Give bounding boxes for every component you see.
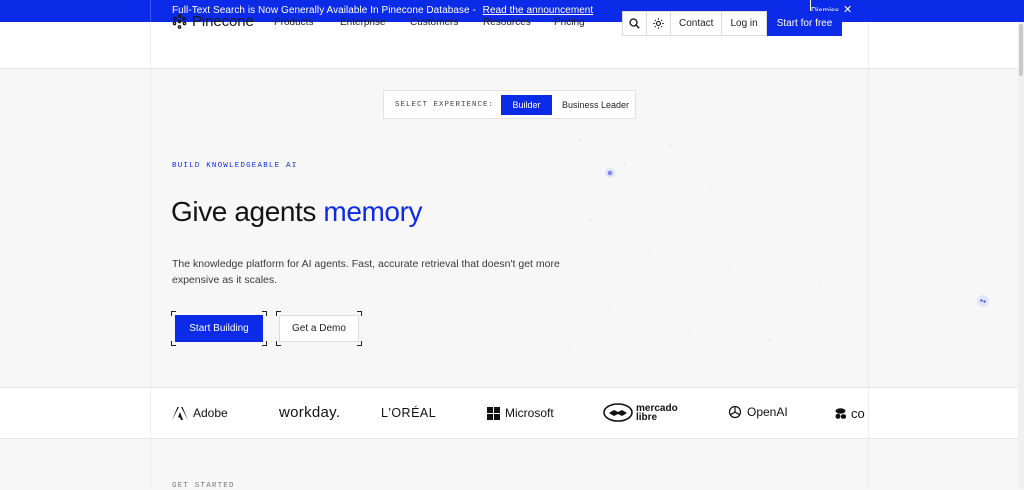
- logo-mercado-libre: mercado libre: [603, 402, 678, 423]
- corner-mark: [357, 311, 362, 316]
- nav-pricing[interactable]: Pricing: [554, 17, 585, 28]
- start-for-free-button[interactable]: Start for free: [766, 11, 843, 36]
- theme-toggle-button[interactable]: [646, 11, 671, 36]
- brand-name: L'ORÉAL: [381, 406, 437, 420]
- brand-name: mercado libre: [636, 402, 678, 423]
- login-button[interactable]: Log in: [721, 11, 767, 36]
- hero-eyebrow: BUILD KNOWLEDGEABLE AI: [172, 162, 298, 170]
- openai-icon: [728, 405, 742, 419]
- cohere-icon: [835, 408, 846, 419]
- experience-option-business-leader[interactable]: Business Leader: [562, 100, 629, 110]
- nav-products[interactable]: Products: [274, 17, 313, 28]
- brand-name: Microsoft: [505, 406, 554, 420]
- brand-name: Adobe: [193, 406, 228, 420]
- corner-mark: [357, 341, 362, 346]
- experience-option-builder[interactable]: Builder: [501, 94, 553, 115]
- experience-label: SELECT EXPERIENCE:: [395, 100, 495, 109]
- corner-mark: [171, 311, 176, 316]
- logo-adobe: Adobe: [172, 406, 228, 420]
- sun-icon: [653, 18, 664, 29]
- get-a-demo-button[interactable]: Get a Demo: [279, 315, 359, 342]
- header-actions: Contact Log in Start for free: [622, 11, 843, 36]
- site-header: [0, 22, 1024, 69]
- agent-node-icon: [977, 295, 989, 307]
- page-scrollbar[interactable]: [1018, 22, 1024, 489]
- handshake-icon: [603, 403, 633, 422]
- logo-microsoft: Microsoft: [487, 406, 554, 420]
- announcement-link[interactable]: Read the announcement: [483, 5, 594, 16]
- adobe-icon: [172, 406, 188, 420]
- pinecone-logo-icon: [172, 14, 187, 29]
- nav-enterprise[interactable]: Enterprise: [340, 17, 386, 28]
- logo-strip-mask: [869, 388, 1024, 438]
- logo-workday: workday.: [279, 404, 340, 421]
- headline-start: Give agents: [171, 196, 324, 227]
- corner-mark: [262, 311, 267, 316]
- nav-customers[interactable]: Customers: [410, 17, 458, 28]
- glow-dot-icon: [605, 168, 615, 178]
- corner-mark: [171, 341, 176, 346]
- contact-button[interactable]: Contact: [670, 11, 723, 36]
- logo-openai: OpenAI: [728, 405, 788, 419]
- corner-mark: [276, 341, 281, 346]
- brand-name: OpenAI: [747, 405, 788, 419]
- microsoft-icon: [487, 406, 500, 420]
- next-section-frame: [150, 440, 869, 489]
- headline-accent: memory: [323, 196, 423, 227]
- nav-resources[interactable]: Resources: [483, 17, 531, 28]
- pinecone-logo[interactable]: Pinecone: [172, 13, 254, 30]
- hero-headline: Give agents memory: [171, 196, 423, 228]
- experience-selector: SELECT EXPERIENCE: Builder Business Lead…: [383, 90, 636, 119]
- search-icon: [629, 18, 640, 29]
- start-building-button[interactable]: Start Building: [175, 315, 263, 342]
- brand-name: workday.: [279, 404, 341, 421]
- brand-name: co: [851, 406, 865, 421]
- scrollbar-thumb[interactable]: [1019, 24, 1023, 76]
- search-button[interactable]: [622, 11, 647, 36]
- logo-text: Pinecone: [192, 13, 254, 30]
- logo-cohere: co: [835, 406, 865, 421]
- hero-description: The knowledge platform for AI agents. Fa…: [172, 258, 560, 286]
- corner-mark: [262, 341, 267, 346]
- logo-loreal: L'ORÉAL: [381, 406, 436, 420]
- close-icon: ✕: [843, 4, 853, 16]
- corner-mark: [276, 311, 281, 316]
